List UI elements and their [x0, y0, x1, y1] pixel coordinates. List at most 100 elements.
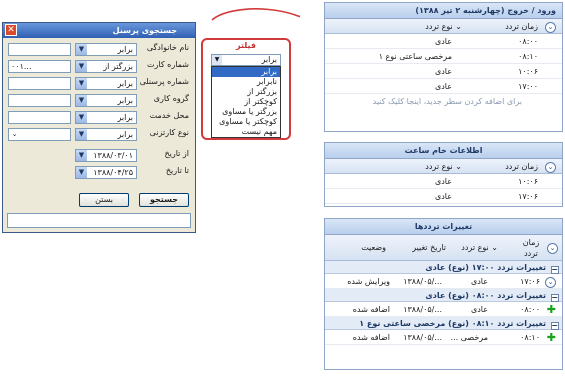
raw-header-row: ⌄ زمان تردد ⌄ نوع تردد: [325, 159, 562, 174]
entry-col-time[interactable]: زمان تردد: [505, 19, 538, 34]
filter-option[interactable]: بزرگتر یا مساوی: [212, 107, 280, 117]
value-input[interactable]: ⌄: [8, 128, 71, 141]
table-row[interactable]: ۰۸:۰۰ عادی: [325, 34, 562, 49]
changes-panel-title: تغییرات ترددها: [325, 219, 562, 235]
close-icon[interactable]: ✕: [5, 24, 17, 36]
table-row[interactable]: ۱۰:۰۶ عادی: [325, 64, 562, 79]
row-type: عادی: [434, 82, 452, 91]
entry-panel-title: ورود / خروج (چهارشنبه ۲ تیر ۱۳۸۸): [325, 3, 562, 19]
filter-option[interactable]: کوچکتر یا مساوی: [212, 117, 280, 127]
entry-panel: ورود / خروج (چهارشنبه ۲ تیر ۱۳۸۸) ⌄ زمان…: [324, 2, 563, 132]
filter-option[interactable]: مهم نیست: [212, 127, 280, 137]
add-icon: ✚: [546, 303, 556, 316]
add-row-hint[interactable]: برای اضافه کردن سطر جدید، اینجا کلیک کنی…: [325, 94, 562, 109]
row-status: اضافه شده: [352, 333, 390, 342]
group-row[interactable]: − تغییرات تردد ۰۸:۱۰ (نوع) مرخصی ساعتی نو…: [325, 317, 562, 330]
row-status: اضافه شده: [352, 305, 390, 314]
chevron-down-icon: ▼: [76, 95, 87, 106]
search-button[interactable]: جستجو: [139, 193, 189, 207]
value-input[interactable]: ۰۰۱...: [8, 60, 71, 73]
row-type: عادی: [470, 277, 488, 286]
table-row[interactable]: ✚ ۰۸:۰۰ عادی ۱۳۸۸/۰۵/... اضافه شده: [325, 302, 562, 317]
row-time: ۰۸:۱۰: [518, 52, 538, 61]
chevron-down-icon: ⌄: [545, 22, 556, 33]
chevron-down-icon: ▼: [76, 112, 87, 123]
operator-select[interactable]: برابر ▼: [75, 128, 137, 141]
row-type: عادی: [434, 177, 452, 186]
row-time: ۱۰:۰۶: [518, 177, 538, 186]
value-input[interactable]: [8, 43, 71, 56]
value-input[interactable]: [8, 77, 71, 90]
from-date-field[interactable]: ۱۳۸۸/۰۳/۰۱ ▼: [75, 149, 137, 162]
changes-col-status[interactable]: وضعیت: [361, 242, 386, 253]
sort-icon: ⌄: [452, 162, 462, 171]
row-time: ۱۰:۰۶: [518, 67, 538, 76]
operator-select[interactable]: برابر ▼: [75, 94, 137, 107]
value-input[interactable]: [8, 111, 71, 124]
chevron-down-icon: ▼: [76, 150, 87, 161]
filter-option[interactable]: نابرابر: [212, 77, 280, 87]
collapse-icon[interactable]: −: [551, 322, 559, 330]
row-date: ۱۳۸۸/۰۵/...: [403, 277, 442, 286]
table-row[interactable]: ۱۷:۰۶ عادی: [325, 189, 562, 204]
field-label: شماره پرسنلی: [139, 77, 189, 86]
changes-header-row: ⌄ زمان تردد ⌄ نوع تردد تاریخ تغییر وضعیت: [325, 235, 562, 261]
field-label: گروه کاری: [153, 94, 189, 103]
close-button[interactable]: بستن: [79, 193, 129, 207]
sort-icon: ⌄: [488, 243, 498, 252]
add-icon: ✚: [546, 331, 556, 344]
field-label: محل خدمت: [149, 111, 189, 120]
field-label: نوع کارتزنی: [149, 128, 189, 137]
raw-col-type[interactable]: ⌄ نوع تردد: [425, 159, 462, 174]
chevron-down-icon: ▼: [76, 44, 87, 55]
field-label: شماره کارت: [146, 60, 189, 69]
row-time: ۰۸:۱۰: [520, 333, 540, 342]
chevron-down-icon: ⌄: [11, 130, 18, 138]
table-row[interactable]: ⌄ ۱۷:۰۶ عادی ۱۳۸۸/۰۵/... ویرایش شده: [325, 274, 562, 289]
changes-col-time[interactable]: زمان تردد: [520, 237, 542, 259]
collapse-icon[interactable]: −: [551, 294, 559, 302]
row-time: ۰۸:۰۰: [518, 37, 538, 46]
sort-icon: ⌄: [452, 22, 462, 31]
row-type: عادی: [434, 37, 452, 46]
row-type: عادی: [434, 192, 452, 201]
table-row[interactable]: ۱۰:۰۶ عادی: [325, 174, 562, 189]
from-date-label: از تاریخ: [164, 149, 189, 158]
raw-col-expand[interactable]: ⌄: [545, 159, 556, 174]
row-status: ویرایش شده: [347, 277, 390, 286]
table-row[interactable]: ✚ ۰۸:۱۰ مرخصی ... ۱۳۸۸/۰۵/... اضافه شده: [325, 330, 562, 345]
group-row[interactable]: − تغییرات تردد ۱۷:۰۰ (نوع) عادی: [325, 261, 562, 274]
changes-panel: تغییرات ترددها ⌄ زمان تردد ⌄ نوع تردد تا…: [324, 218, 563, 370]
group-label: تغییرات تردد ۰۸:۱۰ (نوع) مرخصی ساعتی نوع…: [359, 319, 546, 328]
filter-options: برابر نابرابر بزرگتر از کوچکتر از بزرگتر یا …: [211, 66, 281, 138]
row-type: مرخصی ساعتی نوع ۱: [378, 52, 452, 61]
row-time: ۱۷:۰۶: [520, 277, 540, 286]
row-date: ۱۳۸۸/۰۵/...: [403, 333, 442, 342]
filter-option[interactable]: کوچکتر از: [212, 97, 280, 107]
row-type: عادی: [470, 305, 488, 314]
entry-col-expand[interactable]: ⌄: [545, 19, 556, 34]
entry-header-row: ⌄ زمان تردد ⌄ نوع تردد: [325, 19, 562, 34]
group-row[interactable]: − تغییرات تردد ۰۸:۰۰ (نوع) عادی: [325, 289, 562, 302]
raw-col-time[interactable]: زمان تردد: [505, 159, 538, 174]
operator-select[interactable]: بزرگتر از ▼: [75, 60, 137, 73]
to-date-field[interactable]: ۱۳۸۸/۰۴/۲۵ ▼: [75, 166, 137, 179]
filter-option[interactable]: برابر: [212, 67, 280, 77]
collapse-icon[interactable]: −: [551, 266, 559, 274]
changes-col-date[interactable]: تاریخ تغییر: [412, 242, 446, 253]
row-date: ۱۳۸۸/۰۵/...: [403, 305, 442, 314]
chevron-down-icon: ⌄: [547, 243, 558, 254]
operator-select[interactable]: برابر ▼: [75, 111, 137, 124]
filter-option[interactable]: بزرگتر از: [212, 87, 280, 97]
changes-col-expand[interactable]: ⌄: [547, 242, 558, 254]
raw-panel: اطلاعات خام ساعت ⌄ زمان تردد ⌄ نوع تردد …: [324, 142, 563, 207]
table-row[interactable]: ۰۸:۱۰ مرخصی ساعتی نوع ۱: [325, 49, 562, 64]
value-input[interactable]: [8, 94, 71, 107]
changes-col-type[interactable]: ⌄ نوع تردد: [461, 242, 498, 253]
entry-col-type[interactable]: ⌄ نوع تردد: [425, 19, 462, 34]
group-label: تغییرات تردد ۱۷:۰۰ (نوع) عادی: [425, 263, 546, 272]
chevron-down-icon: ⌄: [545, 162, 556, 173]
table-row[interactable]: ۱۷:۰۰ عادی: [325, 79, 562, 94]
chevron-down-icon: ▼: [76, 167, 87, 178]
operator-select[interactable]: برابر ▼: [75, 77, 137, 90]
